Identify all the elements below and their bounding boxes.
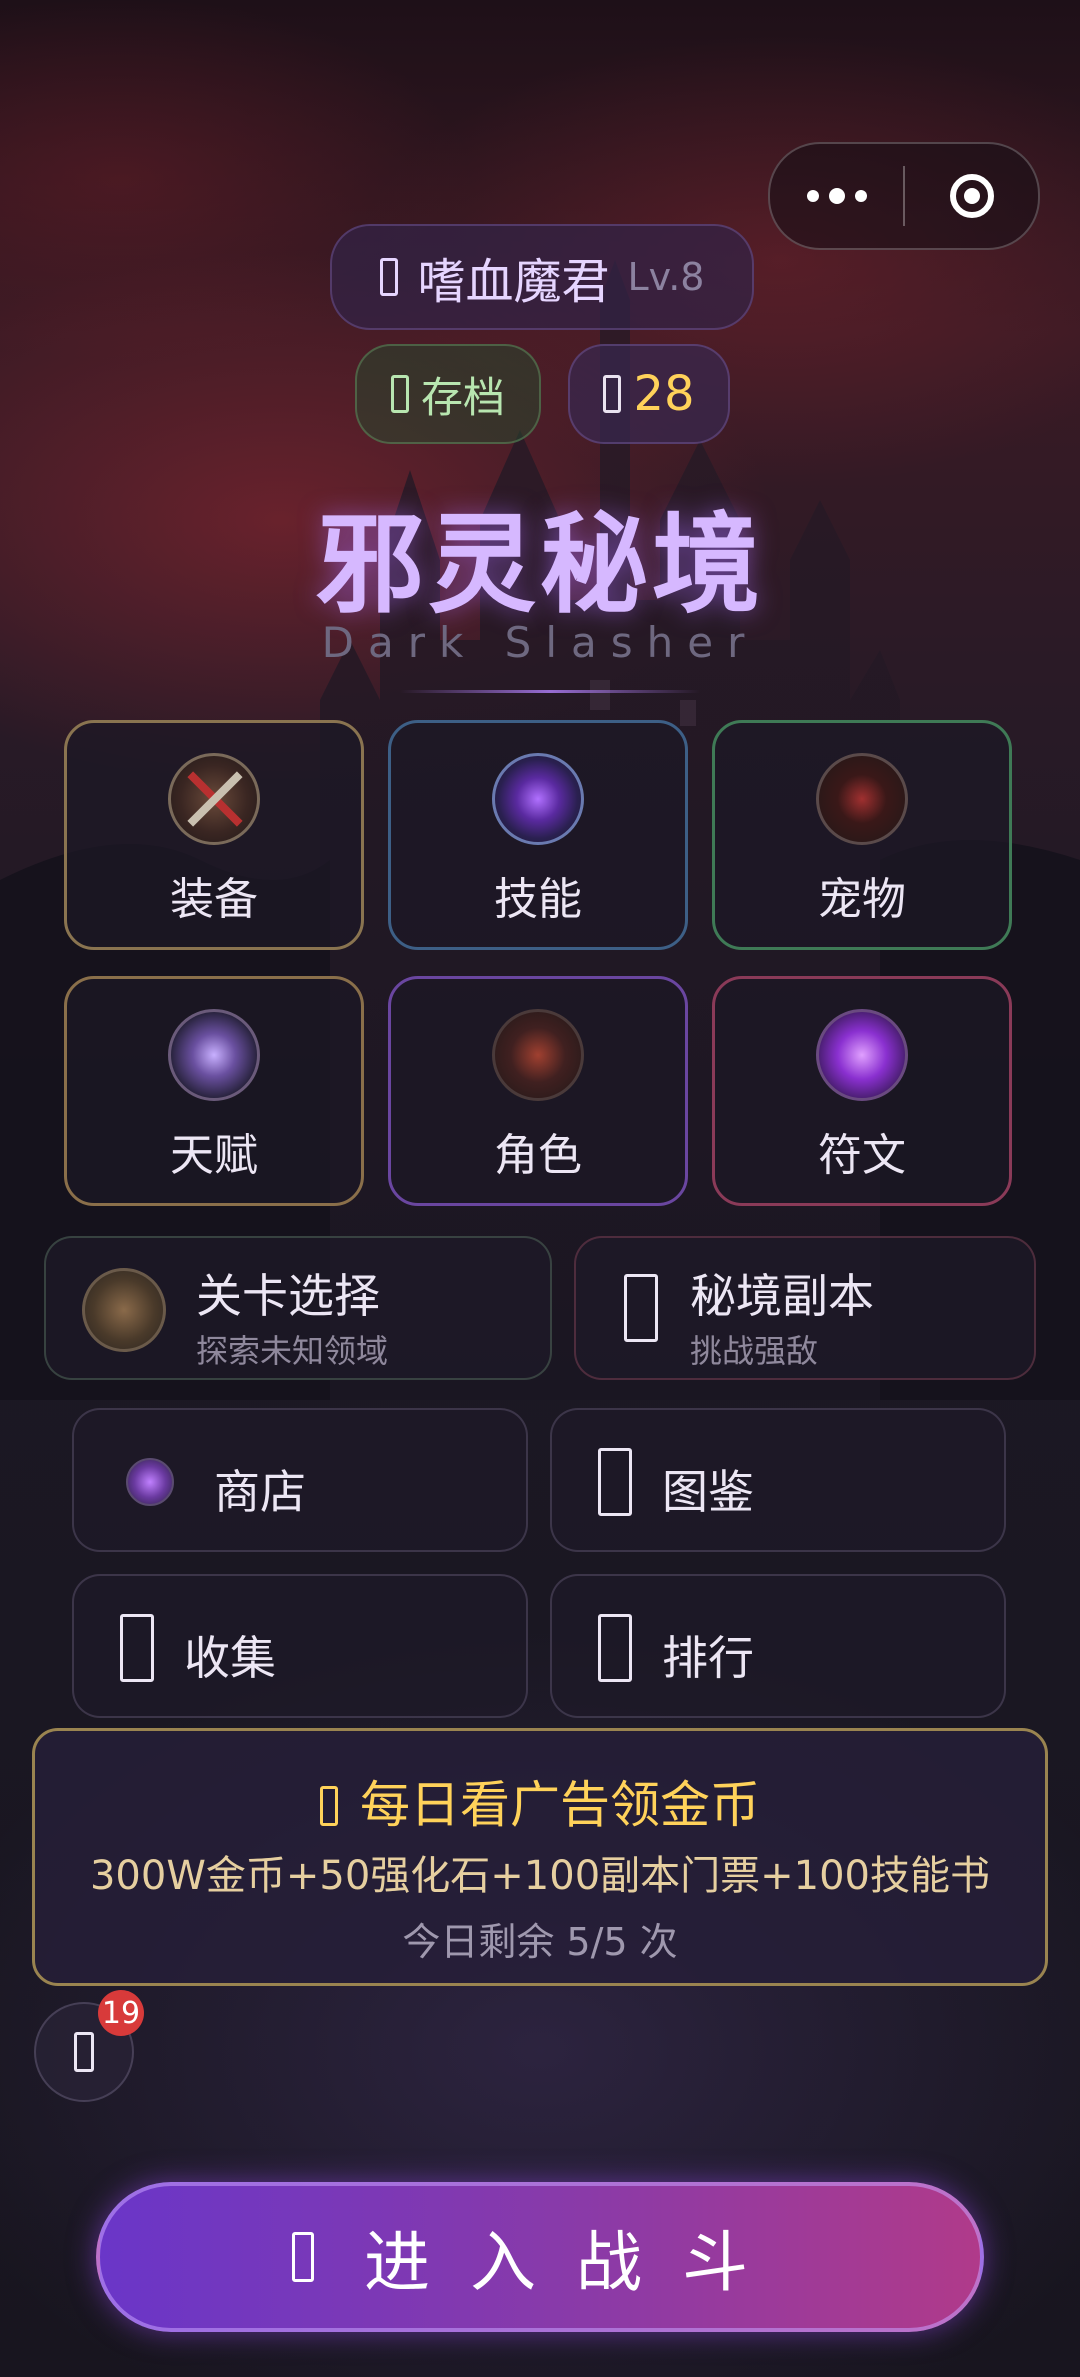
pet-demon-icon xyxy=(816,753,908,845)
pets-tile[interactable]: 宠物 xyxy=(712,720,1012,950)
shop-label: 商店 xyxy=(214,1465,306,1519)
stage-select-desc: 探索未知领域 xyxy=(196,1332,389,1370)
dungeon-card[interactable]: 秘境副本 挑战强敌 xyxy=(574,1236,1036,1380)
character-tile[interactable]: 角色 xyxy=(388,976,688,1206)
game-title: 邪灵秘境 xyxy=(315,503,764,628)
ad-reward-header: 每日看广告领金币 xyxy=(35,1765,1045,1837)
rune-icon xyxy=(816,1009,908,1101)
ad-remaining-count: 今日剩余 5/5 次 xyxy=(402,1920,678,1964)
save-icon xyxy=(390,375,409,413)
ad-reward-contents: 300W金币+50强化石+100副本门票+100技能书 xyxy=(89,1853,991,1899)
collection-card[interactable]: 收集 xyxy=(72,1574,528,1718)
talent-label: 天赋 xyxy=(170,1130,258,1181)
player-name: 嗜血魔君 xyxy=(417,254,610,310)
player-level: Lv.8 xyxy=(627,255,705,299)
more-options-icon[interactable] xyxy=(770,144,903,248)
mail-icon xyxy=(74,2032,94,2072)
runes-label: 符文 xyxy=(818,1130,906,1181)
ranking-trophy-icon xyxy=(598,1614,632,1682)
collection-label: 收集 xyxy=(184,1631,276,1685)
gem-icon xyxy=(603,375,622,413)
save-label: 存档 xyxy=(420,372,505,422)
shop-card[interactable]: 商店 xyxy=(72,1408,528,1552)
character-label: 角色 xyxy=(494,1130,582,1181)
player-avatar-icon xyxy=(379,258,398,296)
talent-tree-icon xyxy=(168,1009,260,1101)
skills-label: 技能 xyxy=(494,874,582,925)
ad-reward-title: 每日看广告领金币 xyxy=(360,1776,760,1834)
stage-select-title: 关卡选择 xyxy=(196,1269,380,1323)
skills-tile[interactable]: 技能 xyxy=(388,720,688,950)
codex-label: 图鉴 xyxy=(662,1465,754,1519)
equipment-label: 装备 xyxy=(170,874,258,925)
sword-icon xyxy=(168,753,260,845)
mail-unread-badge: 19 xyxy=(98,1990,144,2036)
close-miniprogram-icon[interactable] xyxy=(905,144,1038,248)
game-subtitle: Dark Slasher xyxy=(321,618,759,667)
ranking-label: 排行 xyxy=(662,1631,754,1685)
character-helmet-icon xyxy=(492,1009,584,1101)
codex-card[interactable]: 图鉴 xyxy=(550,1408,1006,1552)
battle-swords-icon xyxy=(292,2232,314,2282)
ranking-card[interactable]: 排行 xyxy=(550,1574,1006,1718)
save-button[interactable]: 存档 xyxy=(355,344,541,444)
gems-counter[interactable]: 28 xyxy=(568,344,730,444)
game-home-screen: 嗜血魔君 Lv.8 存档 28 邪灵秘境 Dark Slasher 装备 技能 … xyxy=(0,0,1080,2377)
dungeon-desc: 挑战强敌 xyxy=(690,1332,819,1370)
enter-battle-label: 进入战斗 xyxy=(364,2224,788,2301)
talent-tile[interactable]: 天赋 xyxy=(64,976,364,1206)
enter-battle-button[interactable]: 进入战斗 xyxy=(96,2182,984,2332)
runes-tile[interactable]: 符文 xyxy=(712,976,1012,1206)
title-divider xyxy=(400,690,700,693)
collection-icon xyxy=(120,1614,154,1682)
dungeon-icon xyxy=(624,1274,658,1342)
daily-ad-reward-card[interactable]: 每日看广告领金币 300W金币+50强化石+100副本门票+100技能书 今日剩… xyxy=(32,1728,1048,1986)
stage-select-card[interactable]: 关卡选择 探索未知领域 xyxy=(44,1236,552,1380)
map-compass-icon xyxy=(82,1268,166,1352)
gems-count: 28 xyxy=(633,366,695,422)
player-info[interactable]: 嗜血魔君 Lv.8 xyxy=(330,224,754,330)
gift-icon xyxy=(320,1786,338,1826)
dungeon-title: 秘境副本 xyxy=(690,1269,874,1323)
skill-orb-icon xyxy=(492,753,584,845)
miniprogram-capsule xyxy=(768,142,1040,250)
pets-label: 宠物 xyxy=(818,874,906,925)
equipment-tile[interactable]: 装备 xyxy=(64,720,364,950)
shop-bag-icon xyxy=(126,1458,174,1506)
codex-book-icon xyxy=(598,1448,632,1516)
